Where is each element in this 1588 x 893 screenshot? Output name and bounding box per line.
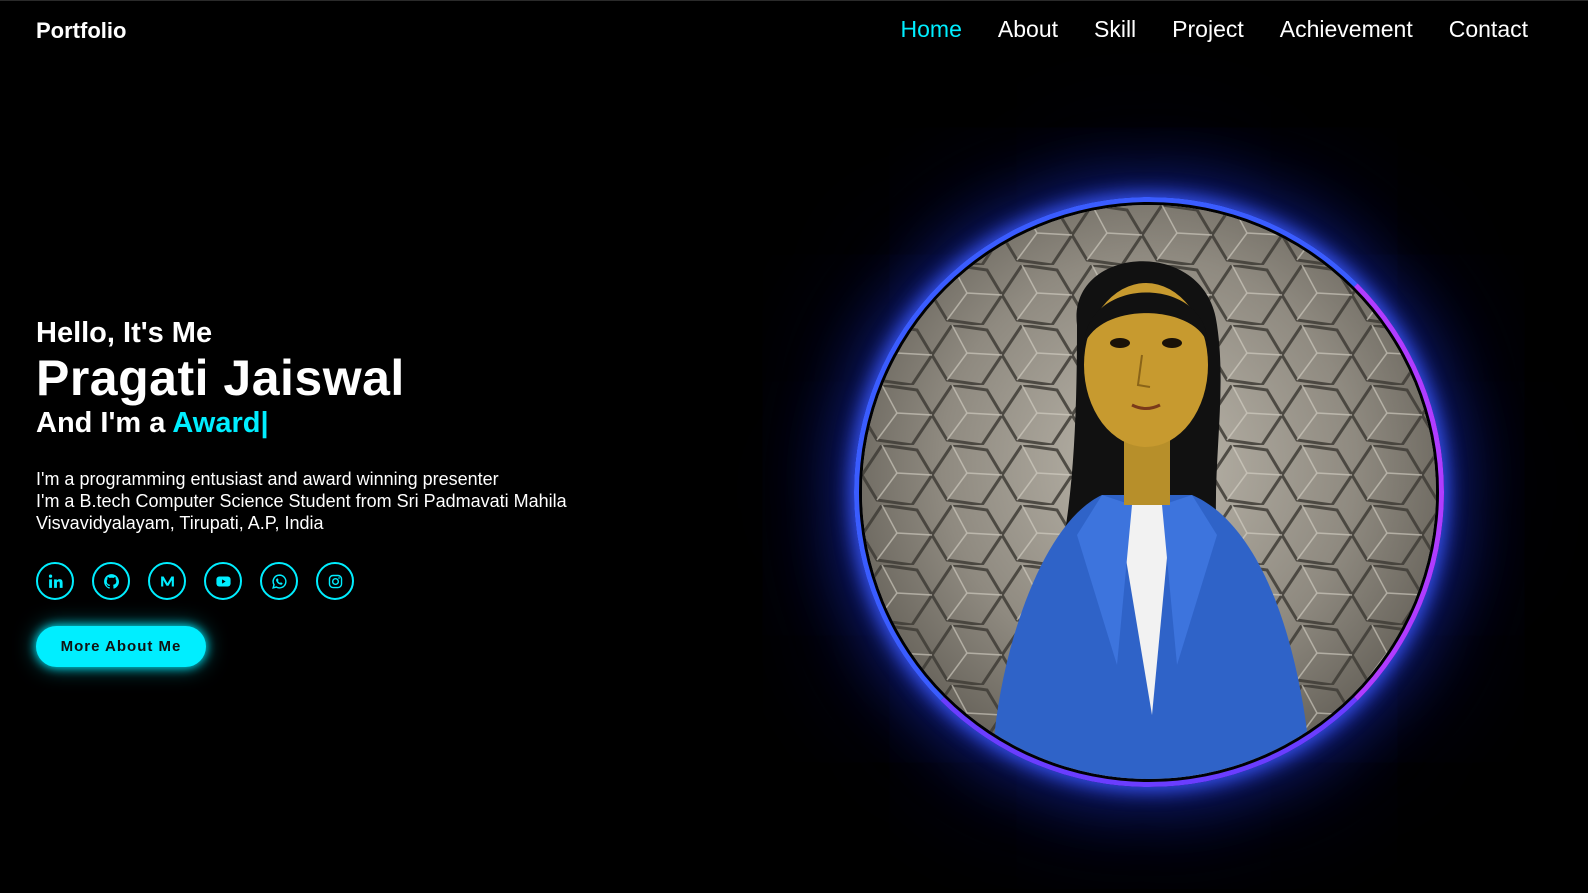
instagram-link[interactable]: [316, 562, 354, 600]
header: Portfolio Home About Skill Project Achie…: [0, 0, 1588, 64]
nav-home[interactable]: Home: [901, 16, 962, 43]
nav-contact[interactable]: Contact: [1449, 16, 1528, 43]
greeting: Hello, It's Me: [36, 317, 213, 349]
linkedin-link[interactable]: [36, 562, 74, 600]
logo[interactable]: Portfolio: [36, 18, 126, 44]
nav-about[interactable]: About: [998, 16, 1058, 43]
profile-photo-frame: [854, 197, 1444, 787]
github-link[interactable]: [92, 562, 130, 600]
main-nav: Home About Skill Project Achievement Con…: [901, 16, 1528, 43]
linkedin-icon: [48, 574, 63, 588]
role-prefix: And I'm a: [36, 407, 173, 439]
hero-description: I'm a programming entusiast and award wi…: [36, 468, 676, 534]
role-typed: Award|: [172, 407, 269, 439]
medium-link[interactable]: [148, 562, 186, 600]
hero-section: Hello, It's Me Pragati Jaiswal And I'm a…: [36, 316, 676, 667]
instagram-icon: [328, 574, 342, 588]
youtube-link[interactable]: [204, 562, 242, 600]
nav-achievement[interactable]: Achievement: [1280, 16, 1413, 43]
whatsapp-link[interactable]: [260, 562, 298, 600]
hero-role: And I'm a Award|: [36, 406, 676, 440]
medium-icon: [160, 576, 174, 586]
hero-name: Pragati Jaiswal: [36, 350, 405, 406]
description-line: I'm a programming entusiast and award wi…: [36, 469, 499, 489]
description-line: I'm a B.tech Computer Science Student fr…: [36, 491, 567, 511]
social-links: [36, 562, 676, 600]
whatsapp-icon: [271, 573, 287, 589]
description-line: Visvavidyalayam, Tirupati, A.P, India: [36, 513, 324, 533]
nav-project[interactable]: Project: [1172, 16, 1244, 43]
nav-skill[interactable]: Skill: [1094, 16, 1136, 43]
more-about-me-button[interactable]: More About Me: [36, 626, 206, 667]
youtube-icon: [215, 576, 231, 586]
github-icon: [103, 573, 119, 589]
profile-photo-ring: [854, 197, 1444, 787]
